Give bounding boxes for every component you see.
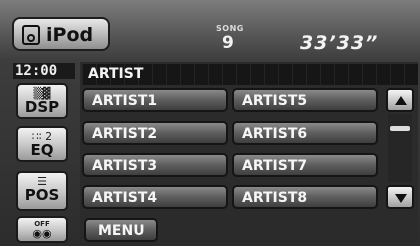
pos-label: POS [24, 186, 60, 204]
song-caption: SONG [216, 24, 244, 33]
source-label: iPod [46, 24, 94, 46]
scrollbar-thumb[interactable] [390, 126, 410, 131]
scroll-up-button[interactable] [386, 88, 414, 112]
eq-label: EQ [30, 141, 54, 159]
speaker-off-button[interactable]: OFF ◉◉ [16, 216, 68, 243]
scroll-down-button[interactable] [386, 185, 414, 209]
list-item-label: ARTIST6 [242, 126, 308, 142]
list-item-label: ARTIST1 [92, 93, 158, 109]
list-item[interactable]: ARTIST1 [82, 88, 228, 112]
eq-button[interactable]: ∷∶ 2 EQ [16, 126, 68, 162]
list-item[interactable]: ARTIST3 [82, 153, 228, 177]
menu-button[interactable]: MENU [84, 218, 158, 242]
list-item-label: ARTIST2 [92, 126, 158, 142]
ipod-source-button[interactable]: iPod [12, 17, 110, 51]
chevron-down-icon [395, 194, 407, 203]
list-item-label: ARTIST7 [242, 158, 308, 174]
song-number: 9 [222, 33, 234, 53]
list-item[interactable]: ARTIST7 [232, 153, 378, 177]
elapsed-time: 33’33” [300, 32, 379, 54]
dsp-button[interactable]: ▒▓ DSP [16, 83, 68, 119]
ipod-icon [22, 25, 40, 45]
dsp-label: DSP [24, 98, 60, 116]
list-item[interactable]: ARTIST4 [82, 185, 228, 209]
clock: 12:00 [13, 63, 75, 79]
list-item[interactable]: ARTIST5 [232, 88, 378, 112]
menu-label: MENU [98, 223, 145, 239]
list-item[interactable]: ARTIST8 [232, 185, 378, 209]
list-item[interactable]: ARTIST6 [232, 121, 378, 145]
list-item[interactable]: ARTIST2 [82, 121, 228, 145]
audio-screen: iPod SONG 9 33’33” 12:00 ▒▓ DSP ∷∶ 2 EQ … [0, 0, 420, 246]
list-item-label: ARTIST8 [242, 190, 308, 206]
chevron-up-icon [395, 96, 407, 105]
speaker-off-icon: ◉◉ [32, 227, 52, 240]
list-item-label: ARTIST5 [242, 93, 308, 109]
scrollbar-track[interactable] [388, 114, 412, 182]
list-item-label: ARTIST3 [92, 158, 158, 174]
list-header-label: ARTIST [88, 66, 144, 82]
pos-button[interactable]: ☰ POS [16, 171, 68, 211]
list-item-label: ARTIST4 [92, 190, 158, 206]
